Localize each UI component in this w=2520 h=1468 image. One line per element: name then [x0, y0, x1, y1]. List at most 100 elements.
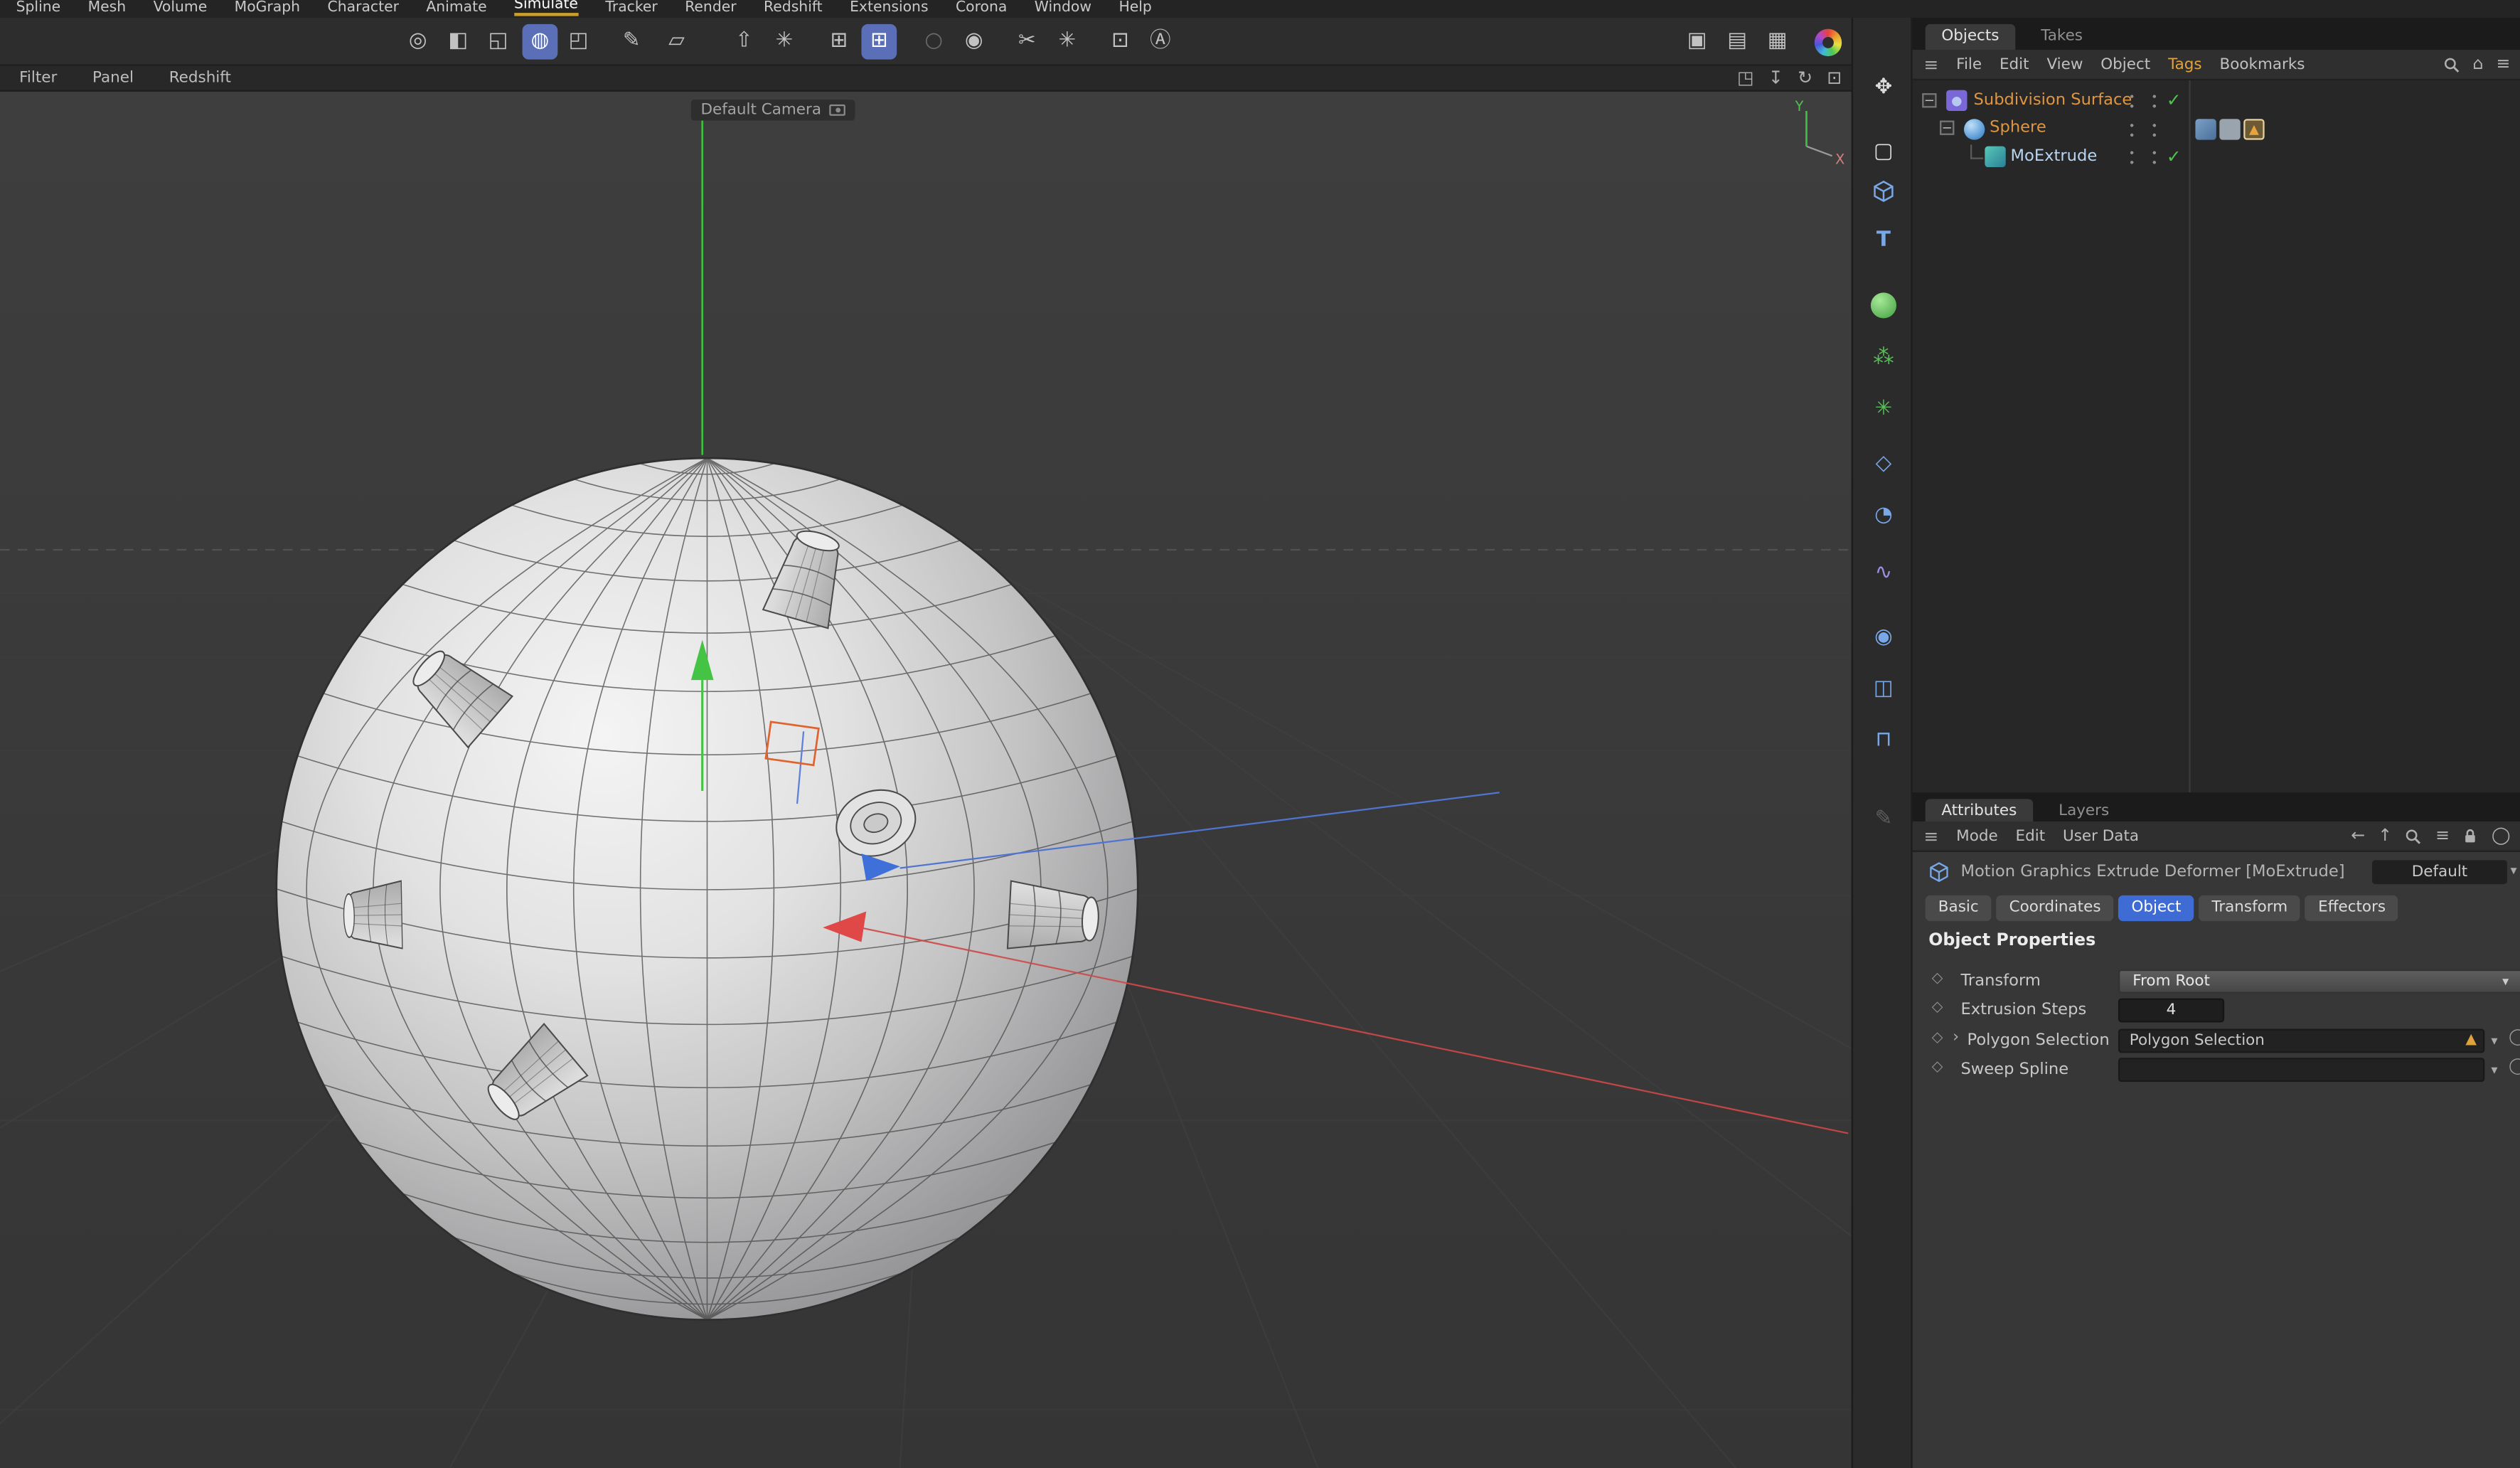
- inactive-tool-icon[interactable]: ○: [916, 24, 951, 60]
- interface-palette-icon[interactable]: [1815, 29, 1842, 56]
- transform-dropdown[interactable]: From Root ▾: [2118, 969, 2520, 994]
- om-menu-file[interactable]: File: [1956, 55, 1982, 73]
- tab-basic[interactable]: Basic: [1926, 895, 1992, 921]
- keyframe-diamond-icon[interactable]: ◇: [1932, 1001, 1943, 1016]
- tree-row-moextrude[interactable]: MoExtrude ✓: [1913, 143, 2520, 170]
- menu-animate[interactable]: Animate: [426, 0, 486, 16]
- cube-object-icon[interactable]: [1872, 180, 1895, 203]
- polygon-object-icon[interactable]: ◇: [1853, 452, 1914, 477]
- uvw-tag-icon[interactable]: [2219, 118, 2240, 139]
- measure-icon[interactable]: ◔: [1853, 503, 1914, 528]
- preset-dropdown-icon[interactable]: ▾: [2510, 865, 2516, 878]
- chevron-down-icon[interactable]: ▾: [2491, 1034, 2497, 1047]
- menu-character[interactable]: Character: [328, 0, 399, 16]
- tab-object[interactable]: Object: [2118, 895, 2194, 921]
- enabled-check-icon[interactable]: ✓: [2167, 147, 2182, 167]
- menu-corona[interactable]: Corona: [956, 0, 1007, 16]
- viewport-menu-filter[interactable]: Filter: [19, 69, 57, 87]
- annotation-tool-icon[interactable]: Ⓐ: [1143, 24, 1178, 60]
- stage-object-icon[interactable]: ⊓: [1853, 728, 1914, 754]
- menu-simulate[interactable]: Simulate: [514, 0, 578, 16]
- viewport-menu-panel[interactable]: Panel: [92, 69, 134, 87]
- tree-row-sphere[interactable]: − Sphere ▲: [1913, 115, 2520, 142]
- keyframe-diamond-icon[interactable]: ◇: [1932, 1031, 1943, 1046]
- am-menu-mode[interactable]: Mode: [1956, 827, 1998, 845]
- om-menu-bookmarks[interactable]: Bookmarks: [2220, 55, 2305, 73]
- search-icon[interactable]: [2405, 827, 2423, 845]
- editor-visibility-dots[interactable]: [2128, 119, 2136, 139]
- panel-menu-icon[interactable]: ≡: [1923, 55, 1938, 73]
- subdivision-surface-icon[interactable]: ◍: [523, 24, 558, 60]
- tab-effectors[interactable]: Effectors: [2305, 895, 2398, 921]
- home-icon[interactable]: ⌂: [2472, 56, 2483, 73]
- filter-list-icon[interactable]: ≡: [2497, 56, 2511, 73]
- render-to-picture-icon[interactable]: ▤: [1719, 24, 1755, 60]
- sweep-spline-field[interactable]: [2118, 1058, 2484, 1082]
- history-back-icon[interactable]: ←: [2351, 827, 2365, 844]
- viewport-refresh-icon[interactable]: ↻: [1798, 69, 1812, 87]
- menu-mograph[interactable]: MoGraph: [235, 0, 300, 16]
- editor-visibility-dots[interactable]: [2128, 148, 2136, 167]
- tab-takes[interactable]: Takes: [2025, 24, 2099, 50]
- cube-primitive-icon[interactable]: ◱: [481, 24, 516, 60]
- render-settings-icon[interactable]: ▦: [1760, 24, 1795, 60]
- object-label[interactable]: MoExtrude: [2011, 147, 2098, 165]
- text-object-icon[interactable]: T: [1853, 228, 1914, 254]
- grid-plane-icon[interactable]: ⊞: [821, 24, 857, 60]
- am-menu-edit[interactable]: Edit: [2016, 827, 2046, 845]
- render-visibility-dots[interactable]: [2150, 92, 2158, 111]
- panel-menu-icon[interactable]: ≡: [1923, 827, 1938, 845]
- search-icon[interactable]: [2442, 55, 2460, 73]
- simulation-settings-icon[interactable]: ◉: [956, 24, 992, 60]
- frame-selection-icon[interactable]: ▢: [1853, 140, 1914, 166]
- render-visibility-dots[interactable]: [2150, 119, 2158, 139]
- viewport-shading-icon[interactable]: ◳: [1737, 69, 1754, 87]
- polygon-selection-tag-icon[interactable]: ▲: [2243, 118, 2264, 139]
- split-view-icon[interactable]: ✂: [1009, 24, 1045, 60]
- dynamics-gear-icon[interactable]: ✳: [1853, 397, 1914, 422]
- om-menu-edit[interactable]: Edit: [2000, 55, 2029, 73]
- scatter-object-icon[interactable]: [1871, 292, 1896, 318]
- polygon-selection-field[interactable]: Polygon Selection ▲: [2118, 1028, 2484, 1052]
- keyframe-diamond-icon[interactable]: ◇: [1932, 972, 1943, 986]
- preset-dropdown[interactable]: Default: [2372, 860, 2507, 884]
- tree-row-subdivision-surface[interactable]: − Subdivision Surface ✓: [1913, 87, 2520, 114]
- spline-pen-icon[interactable]: ✎: [614, 24, 649, 60]
- volume-builder-icon[interactable]: ⊡: [1103, 24, 1138, 60]
- link-picker-icon[interactable]: ◯: [2509, 1059, 2520, 1075]
- am-menu-userdata[interactable]: User Data: [2063, 827, 2139, 845]
- cloner-icon[interactable]: ◰: [561, 24, 597, 60]
- collapse-icon[interactable]: −: [1922, 92, 1936, 107]
- parent-object-icon[interactable]: ↑: [2378, 827, 2392, 844]
- bend-deformer-icon[interactable]: ∿: [1853, 561, 1914, 587]
- enabled-check-icon[interactable]: ✓: [2167, 90, 2182, 111]
- modeling-settings-icon[interactable]: ✳: [767, 24, 802, 60]
- sketch-pen-icon[interactable]: ✎: [1853, 807, 1914, 833]
- axis-mode-icon[interactable]: ⇧: [727, 24, 762, 60]
- tool-options-icon[interactable]: ✳: [1050, 24, 1085, 60]
- menu-volume[interactable]: Volume: [154, 0, 208, 16]
- om-menu-tags[interactable]: Tags: [2168, 55, 2202, 73]
- extrusion-steps-input[interactable]: 4: [2118, 999, 2224, 1023]
- object-label[interactable]: Sphere: [1990, 119, 2046, 137]
- render-visibility-dots[interactable]: [2150, 148, 2158, 167]
- cluster-object-icon[interactable]: ⁂: [1853, 346, 1914, 371]
- camera-label[interactable]: Default Camera: [691, 100, 855, 120]
- collapse-icon[interactable]: −: [1940, 121, 1954, 135]
- menu-window[interactable]: Window: [1035, 0, 1091, 16]
- chevron-down-icon[interactable]: ▾: [2491, 1064, 2497, 1077]
- plane-primitive-icon[interactable]: ◧: [440, 24, 476, 60]
- menu-redshift[interactable]: Redshift: [764, 0, 823, 16]
- keyframe-diamond-icon[interactable]: ◇: [1932, 1061, 1943, 1075]
- extrude-deformer-icon[interactable]: ◫: [1853, 677, 1914, 703]
- render-view-icon[interactable]: ▣: [1680, 24, 1715, 60]
- lock-icon[interactable]: [2462, 828, 2479, 844]
- torus-primitive-icon[interactable]: ◎: [400, 24, 436, 60]
- om-menu-view[interactable]: View: [2046, 55, 2083, 73]
- viewport-pin-icon[interactable]: ↧: [1768, 69, 1783, 87]
- expand-caret-icon[interactable]: ›: [1953, 1030, 1959, 1046]
- viewport-layout-icon[interactable]: ⊡: [1827, 69, 1842, 87]
- menu-render[interactable]: Render: [685, 0, 736, 16]
- tab-coordinates[interactable]: Coordinates: [1997, 895, 2114, 921]
- menu-help[interactable]: Help: [1118, 0, 1151, 16]
